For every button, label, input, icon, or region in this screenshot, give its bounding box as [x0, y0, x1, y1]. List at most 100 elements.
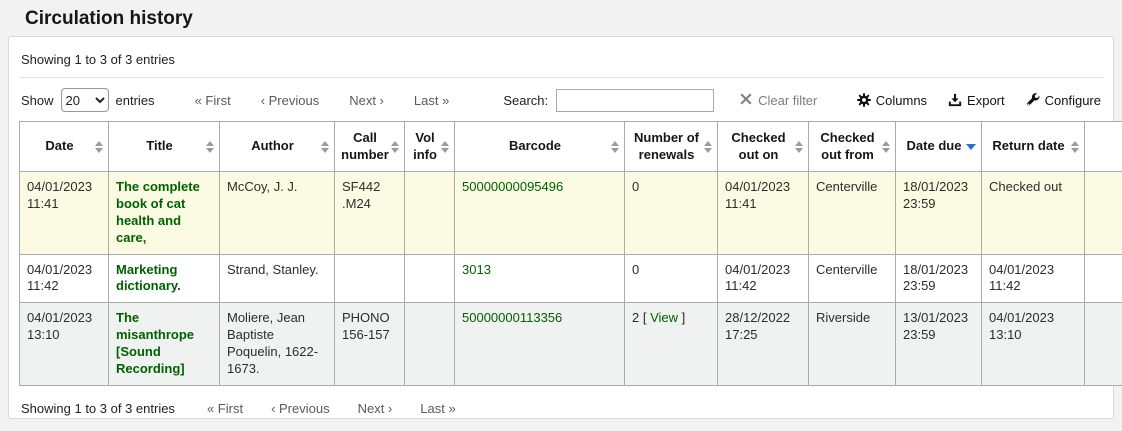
cell-author: McCoy, J. J. — [220, 172, 335, 255]
cell-checked-out-on: 04/01/2023 11:41 — [718, 172, 809, 255]
cell-author: Strand, Stanley. — [220, 254, 335, 303]
x-icon — [740, 93, 752, 108]
column-header-overflow — [1085, 122, 1122, 172]
wrench-icon — [1026, 93, 1040, 107]
column-header-checked-out-from[interactable]: Checked out from — [809, 122, 896, 172]
sort-up-down-icon[interactable] — [206, 141, 214, 153]
circulation-history-table: Date Title Author Call number — [19, 121, 1122, 386]
cell-call-number — [335, 254, 405, 303]
column-header-author[interactable]: Author — [220, 122, 335, 172]
cell-overflow — [1085, 254, 1122, 303]
barcode-link[interactable]: 50000000113356 — [462, 310, 562, 325]
cell-date: 04/01/2023 13:10 — [20, 303, 109, 386]
table-row: 04/01/2023 11:42 Marketing dictionary. S… — [20, 254, 1122, 303]
column-label: Author — [251, 138, 294, 153]
table-row: 04/01/2023 11:41 The complete book of ca… — [20, 172, 1122, 255]
sort-up-down-icon[interactable] — [1071, 141, 1079, 153]
sort-up-down-icon[interactable] — [95, 141, 103, 153]
view-renewals-link[interactable]: View — [650, 310, 678, 325]
column-header-vol-info[interactable]: Vol info — [405, 122, 455, 172]
renewals-bracket-open: [ — [639, 310, 650, 325]
cell-return-date: 04/01/2023 11:42 — [982, 254, 1085, 303]
pagination-last-button[interactable]: Last » — [420, 401, 455, 416]
table-row: 04/01/2023 13:10 The misanthrope [Sound … — [20, 303, 1122, 386]
pagination-last-button[interactable]: Last » — [414, 93, 449, 108]
sort-up-down-icon[interactable] — [321, 141, 329, 153]
sort-up-down-icon[interactable] — [611, 141, 619, 153]
column-label: Call number — [341, 130, 389, 161]
cell-call-number: PHONO 156-157 — [335, 303, 405, 386]
column-label: Return date — [992, 138, 1064, 153]
column-header-number-of-renewals[interactable]: Number of renewals — [625, 122, 718, 172]
cell-renewals: 0 — [625, 172, 718, 255]
gear-icon — [857, 93, 871, 107]
cell-date: 04/01/2023 11:42 — [20, 254, 109, 303]
column-label: Number of renewals — [634, 130, 699, 161]
column-header-call-number[interactable]: Call number — [335, 122, 405, 172]
header-row: Date Title Author Call number — [20, 122, 1122, 172]
columns-label: Columns — [876, 93, 927, 108]
cell-barcode: 50000000095496 — [455, 172, 625, 255]
table-info-bottom: Showing 1 to 3 of 3 entries — [21, 401, 175, 416]
title-link[interactable]: The misanthrope [Sound Recording] — [116, 310, 194, 376]
clear-filter-button[interactable]: Clear filter — [740, 93, 817, 108]
cell-date-due: 18/01/2023 23:59 — [896, 254, 982, 303]
cell-checked-out-on: 04/01/2023 11:42 — [718, 254, 809, 303]
column-header-date[interactable]: Date — [20, 122, 109, 172]
title-link[interactable]: Marketing dictionary. — [116, 262, 181, 294]
barcode-link[interactable]: 50000000095496 — [462, 179, 563, 194]
cell-checked-out-from: Centerville — [809, 254, 896, 303]
pagination-next-button[interactable]: Next › — [358, 401, 393, 416]
columns-button[interactable]: Columns — [857, 93, 927, 108]
pagination-previous-button[interactable]: ‹ Previous — [271, 401, 330, 416]
cell-title: The complete book of cat health and care… — [109, 172, 220, 255]
export-label: Export — [967, 93, 1005, 108]
cell-overflow — [1085, 172, 1122, 255]
cell-date-due: 18/01/2023 23:59 — [896, 172, 982, 255]
sort-up-down-icon[interactable] — [441, 141, 449, 153]
cell-vol-info — [405, 172, 455, 255]
title-link[interactable]: The complete book of cat health and care… — [116, 179, 200, 245]
barcode-link[interactable]: 3013 — [462, 262, 491, 277]
cell-title: Marketing dictionary. — [109, 254, 220, 303]
sort-up-down-icon[interactable] — [795, 141, 803, 153]
sort-desc-icon[interactable] — [966, 144, 976, 150]
pagination-top: « First ‹ Previous Next › Last » — [195, 93, 480, 108]
table-info-top: Showing 1 to 3 of 3 entries — [19, 37, 1103, 78]
cell-vol-info — [405, 254, 455, 303]
cell-checked-out-on: 28/12/2022 17:25 — [718, 303, 809, 386]
column-header-return-date[interactable]: Return date — [982, 122, 1085, 172]
pagination-first-button[interactable]: « First — [195, 93, 231, 108]
cell-checked-out-from: Centerville — [809, 172, 896, 255]
column-header-date-due[interactable]: Date due — [896, 122, 982, 172]
pagination-bottom: « First ‹ Previous Next › Last » — [207, 401, 484, 416]
column-label: Vol info — [413, 130, 437, 161]
column-header-barcode[interactable]: Barcode — [455, 122, 625, 172]
search-input[interactable] — [556, 89, 714, 112]
sort-up-down-icon[interactable] — [704, 141, 712, 153]
cell-call-number: SF442 .M24 — [335, 172, 405, 255]
sort-up-down-icon[interactable] — [391, 141, 399, 153]
column-label: Barcode — [509, 138, 561, 153]
column-label: Title — [146, 138, 173, 153]
cell-renewals: 0 — [625, 254, 718, 303]
cell-date: 04/01/2023 11:41 — [20, 172, 109, 255]
entries-label: entries — [116, 93, 155, 108]
column-header-checked-out-on[interactable]: Checked out on — [718, 122, 809, 172]
page-title: Circulation history — [0, 0, 1122, 30]
export-button[interactable]: Export — [948, 93, 1005, 108]
show-label: Show — [21, 93, 54, 108]
pagination-first-button[interactable]: « First — [207, 401, 243, 416]
cell-renewals: 2 [ View ] — [625, 303, 718, 386]
page-size-select[interactable]: 20 — [61, 88, 109, 112]
circulation-history-panel: Showing 1 to 3 of 3 entries Show 20 entr… — [8, 36, 1114, 419]
column-header-title[interactable]: Title — [109, 122, 220, 172]
cell-date-due: 13/01/2023 23:59 — [896, 303, 982, 386]
table-controls: Show 20 entries « First ‹ Previous Next … — [9, 78, 1113, 121]
configure-button[interactable]: Configure — [1026, 93, 1101, 108]
cell-return-date: Checked out — [982, 172, 1085, 255]
sort-up-down-icon[interactable] — [882, 141, 890, 153]
pagination-previous-button[interactable]: ‹ Previous — [261, 93, 320, 108]
pagination-next-button[interactable]: Next › — [349, 93, 384, 108]
column-label: Checked out from — [820, 130, 874, 161]
